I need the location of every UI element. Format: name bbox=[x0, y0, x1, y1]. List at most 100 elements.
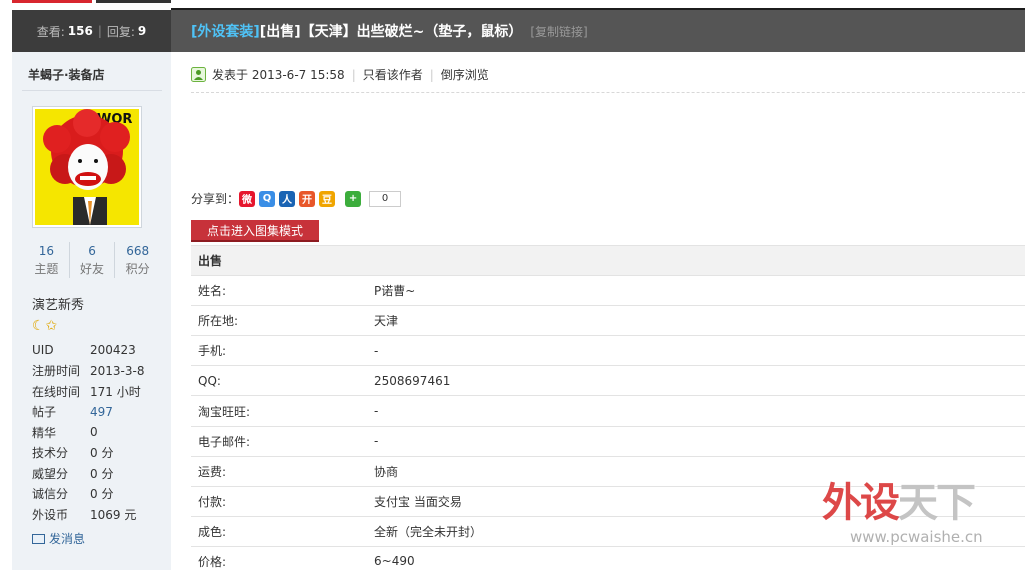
douban-icon[interactable]: 豆 bbox=[319, 190, 336, 207]
spec-key: 淘宝旺旺: bbox=[191, 395, 367, 427]
info-key: 技术分 bbox=[32, 446, 69, 461]
count-label: 好友 bbox=[80, 262, 105, 276]
share-count: 0 bbox=[369, 190, 402, 207]
info-value: 0 分 bbox=[90, 487, 114, 502]
info-key: 外设币 bbox=[32, 507, 69, 522]
count-number: 668 bbox=[126, 244, 150, 258]
top-strip bbox=[0, 0, 1025, 10]
info-row: 外设币 1069 元 bbox=[32, 504, 162, 525]
rank-moon-star-icon: ☾✩ bbox=[32, 318, 59, 334]
info-value: 1069 元 bbox=[90, 507, 137, 522]
author-counts: 16 主题 6 好友 668 积分 bbox=[24, 242, 160, 278]
copy-link[interactable]: [复制链接] bbox=[530, 23, 587, 40]
spec-key: 电子邮件: bbox=[191, 426, 367, 457]
avatar[interactable]: WOR bbox=[32, 106, 142, 228]
author-info-table: UID 200423 注册时间 2013-3-8 在线时间 171 小时 帖子 497 … bbox=[32, 340, 162, 525]
thread-stats-bar: 查看: 156 | 回复: 9 bbox=[12, 10, 171, 52]
info-row: UID 200423 bbox=[32, 340, 162, 361]
send-message-label: 发消息 bbox=[49, 532, 86, 546]
spec-row: 淘宝旺旺: - bbox=[191, 395, 1025, 427]
count-points[interactable]: 668 积分 bbox=[115, 242, 160, 278]
posts-count-link[interactable]: 497 bbox=[90, 405, 113, 419]
send-message-link[interactable]: 发消息 bbox=[32, 530, 85, 547]
info-key: 威望分 bbox=[32, 466, 69, 481]
info-key: UID bbox=[32, 343, 54, 358]
info-key: 诚信分 bbox=[32, 487, 69, 502]
watermark-url: www.pcwaishe.cn bbox=[850, 528, 983, 546]
online-status-icon bbox=[191, 67, 206, 82]
spec-key: QQ: bbox=[191, 365, 367, 397]
info-value: 0 bbox=[90, 425, 98, 440]
post-meta: 发表于 2013-6-7 15:58 | 只看该作者 | 倒序浏览 bbox=[191, 66, 489, 83]
spec-key: 价格: bbox=[191, 546, 367, 570]
spec-row: 姓名: P诺曹~ bbox=[191, 275, 1025, 307]
only-author-link[interactable]: 只看该作者 bbox=[363, 66, 423, 83]
info-row: 注册时间 2013-3-8 bbox=[32, 361, 162, 382]
site-watermark: 外设天下 www.pcwaishe.cn bbox=[822, 470, 1022, 560]
spec-key: 姓名: bbox=[191, 275, 367, 307]
mail-icon bbox=[32, 533, 45, 544]
watermark-title-gray: 天下 bbox=[898, 480, 976, 526]
share-label: 分享到： bbox=[191, 192, 240, 206]
share-bar: 分享到： 微 Q 人 开 豆 + 0 bbox=[191, 190, 402, 207]
category-link[interactable]: [外设套装] bbox=[191, 21, 260, 41]
spec-value: 2508697461 bbox=[367, 365, 1025, 397]
qzone-icon[interactable]: Q bbox=[259, 190, 276, 207]
info-value: 0 分 bbox=[90, 466, 114, 481]
meta-pipe: | bbox=[351, 67, 356, 82]
sidebar-divider bbox=[22, 90, 162, 91]
spec-value: - bbox=[367, 335, 1025, 367]
count-label: 主题 bbox=[34, 262, 59, 276]
renren-icon[interactable]: 人 bbox=[279, 190, 296, 207]
info-row: 威望分 0 分 bbox=[32, 463, 162, 484]
info-value: 0 分 bbox=[90, 446, 114, 461]
gallery-mode-button[interactable]: 点击进入图集模式 bbox=[191, 220, 319, 242]
info-value: 171 小时 bbox=[90, 384, 141, 399]
kaixin-icon[interactable]: 开 bbox=[299, 190, 316, 207]
info-row: 在线时间 171 小时 bbox=[32, 381, 162, 402]
views-label: 查看: bbox=[36, 24, 65, 39]
meta-divider bbox=[191, 92, 1025, 93]
count-friends[interactable]: 6 好友 bbox=[70, 242, 116, 278]
info-key: 在线时间 bbox=[32, 384, 81, 399]
spec-key: 成色: bbox=[191, 516, 367, 547]
spec-key: 付款: bbox=[191, 486, 367, 517]
count-topics[interactable]: 16 主题 bbox=[24, 242, 70, 278]
info-value: 2013-3-8 bbox=[90, 363, 145, 378]
replies-count: 9 bbox=[137, 24, 147, 38]
thread-title-bar: [外设套装] [出售] 【天津】 出些破烂~（垫子，鼠标） [复制链接] bbox=[171, 10, 1025, 52]
post-time: 发表于 2013-6-7 15:58 bbox=[212, 68, 345, 82]
info-key: 精华 bbox=[32, 425, 57, 440]
tag-sell: [出售] bbox=[259, 24, 301, 40]
user-rank: 演艺新秀 bbox=[32, 298, 85, 313]
spec-value: 天津 bbox=[367, 305, 1025, 337]
info-row: 精华 0 bbox=[32, 422, 162, 443]
weibo-icon[interactable]: 微 bbox=[239, 190, 256, 207]
watermark-logo: 外设天下 bbox=[822, 470, 976, 528]
spec-header-row: 出售 bbox=[191, 244, 1025, 277]
info-value: 200423 bbox=[90, 343, 136, 358]
spec-row: QQ: 2508697461 bbox=[191, 365, 1025, 397]
author-name[interactable]: 羊蝎子·装备店 bbox=[28, 66, 105, 83]
spec-value: - bbox=[367, 426, 1025, 457]
spec-row: 电子邮件: - bbox=[191, 426, 1025, 457]
reverse-order-link[interactable]: 倒序浏览 bbox=[441, 66, 489, 83]
stats-separator: | bbox=[97, 24, 102, 38]
spec-key: 所在地: bbox=[191, 305, 367, 337]
info-key: 注册时间 bbox=[32, 364, 81, 379]
spec-key: 手机: bbox=[191, 335, 367, 367]
thread-title: 出些破烂~（垫子，鼠标） bbox=[356, 24, 523, 40]
spec-value: P诺曹~ bbox=[367, 275, 1025, 307]
info-row: 帖子 497 bbox=[32, 402, 162, 423]
top-red-accent bbox=[12, 0, 92, 3]
info-row: 诚信分 0 分 bbox=[32, 484, 162, 505]
top-dark-accent bbox=[96, 0, 171, 3]
info-key: 帖子 bbox=[32, 405, 57, 420]
spec-row: 手机: - bbox=[191, 335, 1025, 367]
spec-row: 所在地: 天津 bbox=[191, 305, 1025, 337]
avatar-image: WOR bbox=[35, 109, 139, 225]
info-row: 技术分 0 分 bbox=[32, 443, 162, 464]
count-number: 16 bbox=[38, 244, 54, 258]
watermark-title-red: 外设 bbox=[822, 480, 900, 526]
more-icon[interactable]: + bbox=[345, 190, 362, 207]
